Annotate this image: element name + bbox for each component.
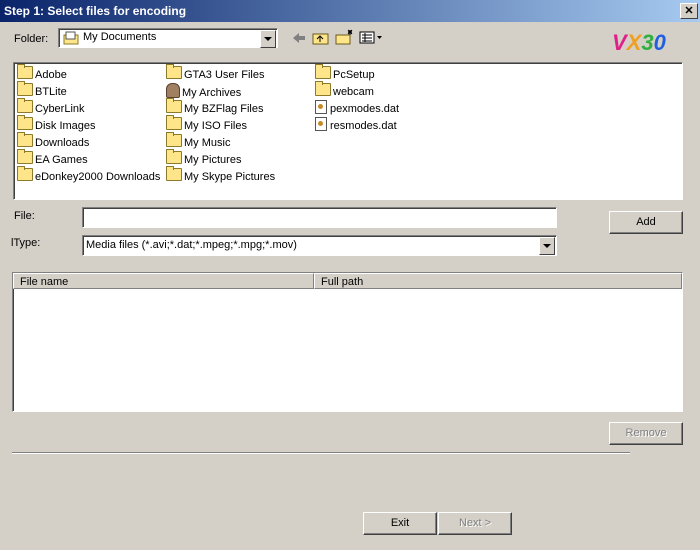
list-item-label: Adobe bbox=[35, 69, 67, 81]
file-label: File: bbox=[14, 210, 35, 222]
folder-icon bbox=[315, 81, 331, 96]
list-item[interactable]: CyberLink bbox=[17, 98, 85, 116]
folder-label: Folder: bbox=[14, 33, 49, 45]
list-item[interactable]: My Skype Pictures bbox=[166, 166, 276, 184]
type-select-value: Media files (*.avi;*.dat;*.mpeg;*.mpg;*.… bbox=[86, 239, 297, 251]
list-item[interactable]: BTLite bbox=[17, 81, 67, 99]
file-input[interactable] bbox=[82, 207, 557, 228]
list-item[interactable]: Downloads bbox=[17, 132, 90, 150]
folder-icon bbox=[315, 64, 331, 79]
list-item[interactable]: Adobe bbox=[17, 64, 67, 82]
list-item[interactable]: GTA3 User Files bbox=[166, 64, 265, 82]
vx30-logo: VX30 bbox=[612, 30, 666, 56]
new-folder-icon[interactable] bbox=[335, 29, 355, 46]
exit-button-label: Exit bbox=[390, 517, 410, 529]
add-button[interactable]: Add bbox=[609, 211, 683, 234]
list-item-label: My Archives bbox=[182, 87, 242, 99]
list-item-label: My BZFlag Files bbox=[184, 103, 264, 115]
column-header-file-name[interactable]: File name bbox=[13, 273, 314, 289]
list-item-label: My Music bbox=[184, 137, 231, 149]
column-header-full-path[interactable]: Full path bbox=[314, 273, 682, 289]
list-item-label: Downloads bbox=[35, 137, 90, 149]
folder-icon bbox=[17, 64, 33, 79]
close-button[interactable]: ✕ bbox=[680, 3, 698, 19]
folder-icon bbox=[17, 115, 33, 130]
list-item-label: GTA3 User Files bbox=[184, 69, 265, 81]
window-title: Step 1: Select files for encoding bbox=[4, 4, 187, 18]
my-documents-icon bbox=[63, 31, 79, 45]
dat-file-icon bbox=[315, 117, 327, 131]
folder-icon bbox=[17, 98, 33, 113]
list-item[interactable]: webcam bbox=[315, 81, 374, 99]
list-item[interactable]: My Archives bbox=[166, 83, 241, 99]
folder-icon bbox=[166, 64, 182, 79]
list-item[interactable]: pexmodes.dat bbox=[315, 100, 399, 116]
folder-icon bbox=[166, 98, 182, 113]
next-button-label: Next > bbox=[458, 517, 492, 529]
archive-icon bbox=[166, 83, 180, 98]
type-label: lType: bbox=[11, 237, 41, 249]
type-dropdown-arrow[interactable] bbox=[539, 237, 555, 255]
list-item[interactable]: My Pictures bbox=[166, 149, 242, 167]
folder-current: My Documents bbox=[83, 31, 157, 43]
list-item-label: pexmodes.dat bbox=[330, 103, 400, 115]
list-item-label: webcam bbox=[333, 86, 374, 98]
list-item-label: BTLite bbox=[35, 86, 67, 98]
folder-icon bbox=[166, 132, 182, 147]
exit-button[interactable]: Exit bbox=[363, 512, 437, 535]
folder-icon bbox=[17, 149, 33, 164]
list-item[interactable]: Disk Images bbox=[17, 115, 96, 133]
folder-icon bbox=[17, 166, 33, 181]
file-list[interactable]: Adobe BTLite CyberLink Disk Images Downl… bbox=[13, 62, 683, 200]
folder-icon bbox=[166, 115, 182, 130]
list-item-label: CyberLink bbox=[35, 103, 85, 115]
view-menu-icon[interactable] bbox=[359, 31, 383, 45]
list-item-label: My ISO Files bbox=[184, 120, 247, 132]
logo-letter: 0 bbox=[653, 30, 666, 55]
list-item-label: resmodes.dat bbox=[330, 120, 397, 132]
remove-button-label: Remove bbox=[625, 427, 667, 439]
list-item[interactable]: EA Games bbox=[17, 149, 88, 167]
list-item[interactable]: My ISO Files bbox=[166, 115, 247, 133]
list-item-label: My Skype Pictures bbox=[184, 171, 276, 183]
logo-letter: 3 bbox=[641, 30, 654, 55]
list-item[interactable]: My BZFlag Files bbox=[166, 98, 264, 116]
list-item[interactable]: resmodes.dat bbox=[315, 117, 397, 133]
folder-combobox[interactable]: My Documents bbox=[58, 28, 278, 48]
separator bbox=[12, 452, 630, 454]
folder-dropdown-arrow[interactable] bbox=[260, 30, 276, 48]
up-folder-icon[interactable] bbox=[312, 30, 330, 46]
list-item[interactable]: PcSetup bbox=[315, 64, 375, 82]
back-arrow-icon[interactable] bbox=[291, 31, 307, 45]
selected-files-table[interactable]: File name Full path bbox=[12, 272, 683, 412]
list-item-label: My Pictures bbox=[184, 154, 242, 166]
list-item[interactable]: eDonkey2000 Downloads bbox=[17, 166, 161, 184]
folder-icon bbox=[17, 81, 33, 96]
folder-icon bbox=[166, 166, 182, 181]
next-button[interactable]: Next > bbox=[438, 512, 512, 535]
folder-icon bbox=[17, 132, 33, 147]
list-item-label: PcSetup bbox=[333, 69, 375, 81]
logo-letter: X bbox=[626, 30, 642, 55]
remove-button[interactable]: Remove bbox=[609, 422, 683, 445]
dat-file-icon bbox=[315, 100, 327, 114]
list-item-label: Disk Images bbox=[35, 120, 96, 132]
add-button-label: Add bbox=[636, 216, 656, 228]
title-bar: Step 1: Select files for encoding ✕ bbox=[0, 0, 700, 22]
list-item[interactable]: My Music bbox=[166, 132, 231, 150]
list-item-label: EA Games bbox=[35, 154, 88, 166]
type-select[interactable]: Media files (*.avi;*.dat;*.mpeg;*.mpg;*.… bbox=[82, 235, 557, 256]
pictures-folder-icon bbox=[166, 149, 182, 164]
logo-letter: V bbox=[612, 30, 627, 55]
list-item-label: eDonkey2000 Downloads bbox=[35, 171, 161, 183]
